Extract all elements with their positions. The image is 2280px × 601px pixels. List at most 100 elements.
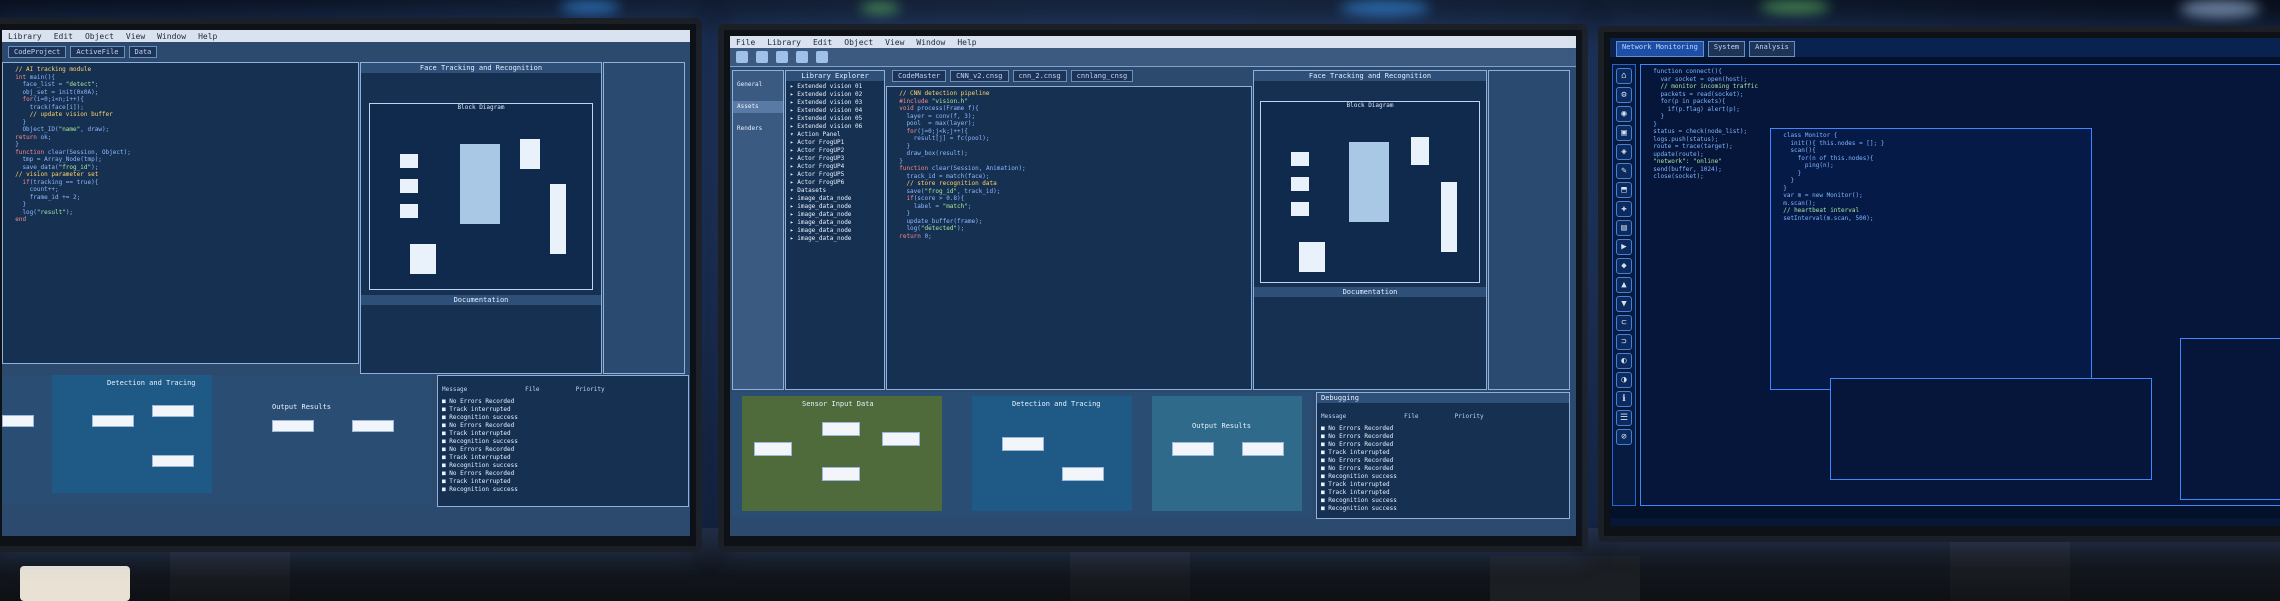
square-icon[interactable]: ▣ xyxy=(1616,125,1632,141)
flow-node[interactable] xyxy=(152,455,194,467)
code-editor[interactable]: // CNN detection pipeline #include "visi… xyxy=(886,86,1252,390)
diagram-block xyxy=(410,244,436,274)
record-icon[interactable]: ◉ xyxy=(1616,106,1632,122)
superset-icon[interactable]: ⊃ xyxy=(1616,334,1632,350)
diamond-icon[interactable]: ◈ xyxy=(1616,144,1632,160)
flow-label: Output Results xyxy=(1192,422,1252,430)
menu-item[interactable]: View xyxy=(126,32,145,41)
menu-icon[interactable]: ☰ xyxy=(1616,410,1632,426)
code-text: class Monitor { init(){ this.nodes = [];… xyxy=(1783,132,1885,222)
flow-node[interactable] xyxy=(882,432,920,446)
tab[interactable]: CodeMaster xyxy=(892,70,947,82)
panel-title: Library Explorer xyxy=(786,71,884,81)
menu-item[interactable]: Window xyxy=(157,32,186,41)
panel-title: Face Tracking and Recognition xyxy=(1254,71,1486,81)
menu-item[interactable]: Object xyxy=(844,38,873,47)
flow-node[interactable] xyxy=(272,420,314,432)
log-list: ■ No Errors Recorded ■ Track interrupted… xyxy=(442,398,518,493)
flow-node[interactable] xyxy=(1002,437,1044,451)
menu-item[interactable]: Library xyxy=(8,32,42,41)
flow-node[interactable] xyxy=(822,467,860,481)
menu-item[interactable]: File xyxy=(736,38,755,47)
diagram-title: Block Diagram xyxy=(457,104,505,111)
flow-node[interactable] xyxy=(1062,467,1104,481)
tool-button[interactable] xyxy=(796,51,808,63)
diagram-block xyxy=(400,179,418,193)
diagram-block xyxy=(400,204,418,218)
data-window[interactable] xyxy=(1830,378,2152,480)
panel-title: Debugging xyxy=(1317,393,1569,403)
list-icon[interactable]: ▤ xyxy=(1616,220,1632,236)
info-icon[interactable]: ℹ xyxy=(1616,391,1632,407)
panel-title: Face Tracking and Recognition xyxy=(361,63,601,73)
background-light xyxy=(560,0,620,14)
log-header: Message File Priority xyxy=(1321,413,1484,420)
diagram-block xyxy=(1349,142,1389,222)
sidebar-item[interactable]: Renders xyxy=(733,123,783,135)
menu-item[interactable]: Edit xyxy=(54,32,73,41)
subset-icon[interactable]: ⊂ xyxy=(1616,315,1632,331)
status-bar xyxy=(1610,518,2280,526)
gear-icon[interactable]: ⚙ xyxy=(1616,87,1632,103)
flow-node[interactable] xyxy=(822,422,860,436)
sidebar-item[interactable]: General xyxy=(733,79,783,91)
menu-item[interactable]: View xyxy=(885,38,904,47)
menu-item[interactable]: Help xyxy=(957,38,976,47)
tab[interactable]: ActiveFile xyxy=(70,46,125,58)
flow-node[interactable] xyxy=(1242,442,1284,456)
block-icon[interactable]: ⊘ xyxy=(1616,429,1632,445)
menu-item[interactable]: Edit xyxy=(813,38,832,47)
tab[interactable]: CNN_v2.cnsg xyxy=(950,70,1009,82)
diagram-block xyxy=(1441,182,1457,252)
tab[interactable]: Analysis xyxy=(1749,41,1795,57)
background-light xyxy=(2180,0,2260,18)
library-list[interactable]: ▸ Extended vision 01 ▸ Extended vision 0… xyxy=(786,81,884,245)
tab[interactable]: Data xyxy=(128,46,158,58)
right-screen: Network Monitoring System Analysis ⌂ ⚙ ◉… xyxy=(1610,38,2280,526)
tool-button[interactable] xyxy=(816,51,828,63)
left-screen: Library Edit Object View Window Help Cod… xyxy=(2,30,690,536)
icon-sidebar: ⌂ ⚙ ◉ ▣ ◈ ✎ ⬒ ✚ ▤ ▶ ◆ ▲ ▼ ⊂ ⊃ ◐ ◑ ℹ ☰ ⊘ xyxy=(1612,64,1636,506)
code-text: // AI tracking module int main(){ face_l… xyxy=(8,66,131,223)
flow-node[interactable] xyxy=(352,420,394,432)
tab[interactable]: cnn_2.cnsg xyxy=(1012,70,1067,82)
plus-icon[interactable]: ✚ xyxy=(1616,201,1632,217)
flow-node[interactable] xyxy=(1172,442,1214,456)
tool-button[interactable] xyxy=(736,51,748,63)
tab[interactable]: CodeProject xyxy=(8,46,67,58)
flow-node[interactable] xyxy=(92,415,134,427)
tool-button[interactable] xyxy=(776,51,788,63)
half-circle-icon[interactable]: ◐ xyxy=(1616,353,1632,369)
library-explorer: Library Explorer ▸ Extended vision 01 ▸ … xyxy=(785,70,885,390)
triangle-up-icon[interactable]: ▲ xyxy=(1616,277,1632,293)
diagram-block xyxy=(550,184,566,254)
layout-icon[interactable]: ⬒ xyxy=(1616,182,1632,198)
pencil-icon[interactable]: ✎ xyxy=(1616,163,1632,179)
stats-window[interactable] xyxy=(2180,338,2280,500)
menu-item[interactable]: Help xyxy=(198,32,217,41)
flow-area: Detection and Tracing Output Results xyxy=(2,375,432,505)
code-window-front[interactable]: class Monitor { init(){ this.nodes = [];… xyxy=(1770,128,2092,390)
half-circle-right-icon[interactable]: ◑ xyxy=(1616,372,1632,388)
flow-node[interactable] xyxy=(2,415,34,427)
tab[interactable]: cnnlang_cnsg xyxy=(1070,70,1134,82)
tab[interactable]: Network Monitoring xyxy=(1616,41,1704,57)
log-list: ■ No Errors Recorded ■ No Errors Recorde… xyxy=(1321,425,1397,512)
play-icon[interactable]: ▶ xyxy=(1616,239,1632,255)
menu-item[interactable]: Window xyxy=(916,38,945,47)
tool-button[interactable] xyxy=(756,51,768,63)
triangle-down-icon[interactable]: ▼ xyxy=(1616,296,1632,312)
menu-item[interactable]: Library xyxy=(767,38,801,47)
code-editor[interactable]: // AI tracking module int main(){ face_l… xyxy=(2,62,359,364)
flow-node[interactable] xyxy=(754,442,792,456)
diamond-filled-icon[interactable]: ◆ xyxy=(1616,258,1632,274)
flow-node[interactable] xyxy=(152,405,194,417)
home-icon[interactable]: ⌂ xyxy=(1616,68,1632,84)
sidebar-item[interactable]: Assets xyxy=(733,101,783,113)
diagram-block xyxy=(520,139,540,169)
menu-item[interactable]: Object xyxy=(85,32,114,41)
diagram-panel: Face Tracking and Recognition Block Diag… xyxy=(360,62,602,374)
log-header: Message File Priority xyxy=(442,386,605,393)
tab[interactable]: System xyxy=(1707,41,1746,57)
flow-label: Output Results xyxy=(272,403,332,411)
